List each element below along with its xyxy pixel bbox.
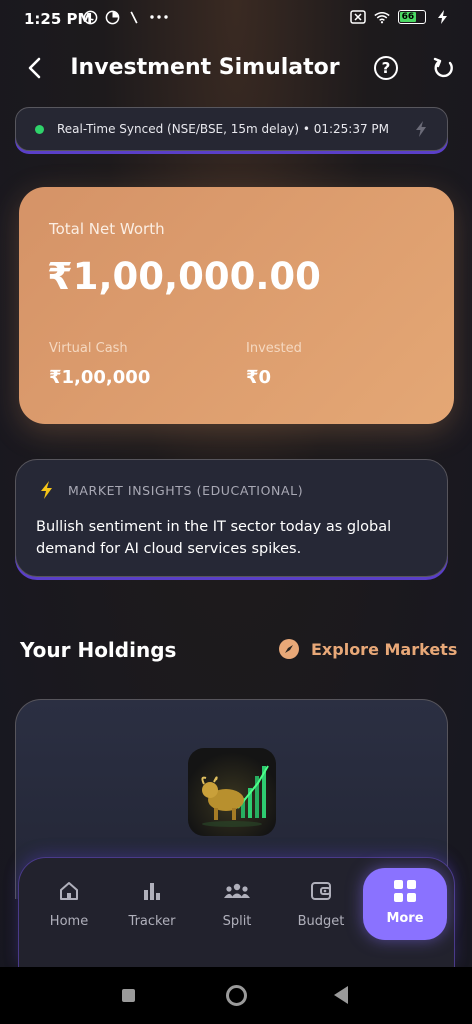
nav-budget[interactable]: Budget xyxy=(286,880,356,929)
status-bar: 1:25 PM 66 xyxy=(0,0,472,40)
virtual-cash-value: ₹1,00,000 xyxy=(49,367,151,388)
lightning-icon xyxy=(41,481,52,499)
nav-tracker-label: Tracker xyxy=(128,914,176,929)
market-insights-card: MARKET INSIGHTS (EDUCATIONAL) Bullish se… xyxy=(15,459,448,577)
sync-status-text: Real-Time Synced (NSE/BSE, 15m delay) • … xyxy=(57,122,390,136)
bolt-icon xyxy=(416,121,426,137)
nav-more[interactable]: More xyxy=(363,868,447,940)
holdings-title: Your Holdings xyxy=(20,638,177,662)
charging-icon xyxy=(434,9,450,25)
nav-more-label: More xyxy=(386,911,424,926)
battery-level: 66 xyxy=(400,12,416,22)
grid-icon xyxy=(394,880,416,902)
invested-value: ₹0 xyxy=(246,367,272,388)
back-triangle-button[interactable] xyxy=(334,986,348,1004)
bottom-navigation: Home Tracker Split Budget More xyxy=(18,857,455,967)
explore-markets-button[interactable]: Explore Markets xyxy=(279,639,457,659)
sync-status-bar: Real-Time Synced (NSE/BSE, 15m delay) • … xyxy=(15,107,448,151)
reset-button[interactable] xyxy=(432,56,456,80)
no-sim-icon xyxy=(350,9,366,25)
invested-label: Invested xyxy=(246,341,302,356)
explore-markets-label: Explore Markets xyxy=(311,639,458,659)
bar-chart-icon xyxy=(144,883,160,900)
refresh-icon xyxy=(433,57,453,78)
nav-split[interactable]: Split xyxy=(202,880,272,929)
app-header: Investment Simulator ? xyxy=(0,48,472,88)
insights-title: MARKET INSIGHTS (EDUCATIONAL) xyxy=(68,483,304,498)
whatsapp-icon xyxy=(82,9,98,25)
home-icon xyxy=(60,882,78,900)
wifi-icon xyxy=(374,9,390,25)
insights-text: Bullish sentiment in the IT sector today… xyxy=(36,519,392,557)
battery-icon: 66 xyxy=(398,10,426,24)
more-dots-icon xyxy=(148,9,170,25)
nav-home-label: Home xyxy=(49,914,89,929)
system-navigation-bar xyxy=(0,967,472,1024)
nav-budget-label: Budget xyxy=(297,914,345,929)
bull-market-image xyxy=(188,748,276,836)
net-worth-value: ₹1,00,000.00 xyxy=(47,255,321,298)
group-icon xyxy=(224,883,250,898)
recents-button[interactable] xyxy=(122,989,135,1002)
question-icon: ? xyxy=(381,59,391,77)
wallet-icon xyxy=(311,882,331,900)
net-worth-label: Total Net Worth xyxy=(49,220,165,238)
virtual-cash-label: Virtual Cash xyxy=(49,341,128,356)
pen-icon xyxy=(126,9,142,25)
notification-icons xyxy=(82,9,170,25)
system-icons: 66 xyxy=(350,9,450,25)
page-title: Investment Simulator xyxy=(70,55,340,80)
timer-icon xyxy=(104,9,120,25)
help-button[interactable]: ? xyxy=(374,56,398,80)
net-worth-card: Total Net Worth ₹1,00,000.00 Virtual Cas… xyxy=(19,187,454,424)
nav-split-label: Split xyxy=(222,914,252,929)
home-button[interactable] xyxy=(226,985,247,1006)
live-dot-icon xyxy=(35,124,44,134)
nav-home[interactable]: Home xyxy=(34,880,104,929)
compass-icon xyxy=(279,639,299,659)
nav-tracker[interactable]: Tracker xyxy=(117,880,187,929)
